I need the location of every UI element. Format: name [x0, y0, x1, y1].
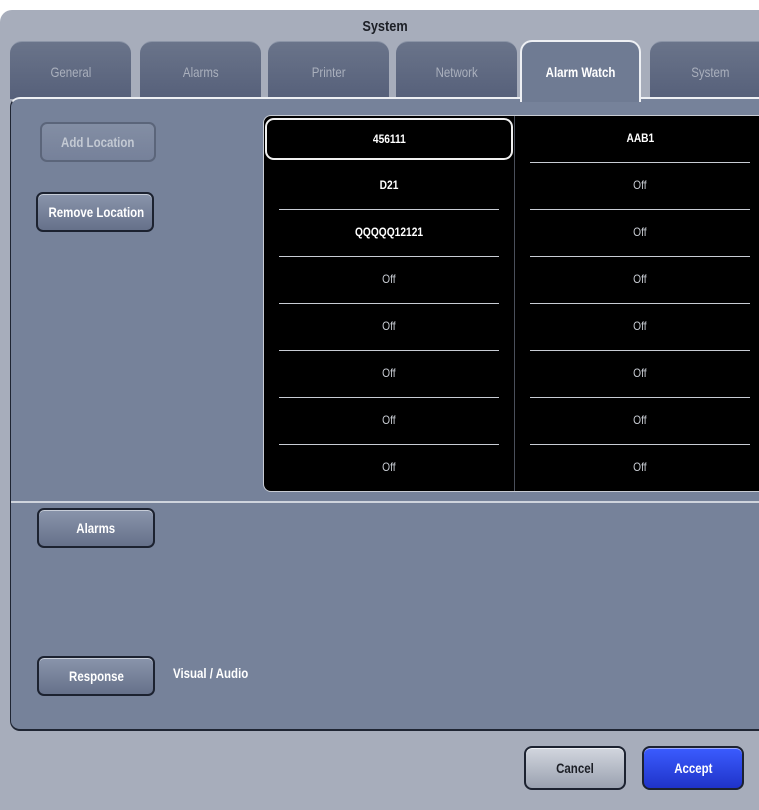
- location-cell-label: Off: [633, 225, 647, 239]
- location-cell-label: Off: [633, 178, 647, 192]
- response-button[interactable]: Response: [37, 656, 155, 696]
- section-divider: [11, 501, 759, 503]
- location-cell[interactable]: Off: [515, 257, 759, 304]
- location-cell[interactable]: 456111: [265, 118, 513, 160]
- location-cell[interactable]: Off: [515, 445, 759, 492]
- add-location-button[interactable]: Add Location: [40, 122, 156, 162]
- location-cell-label: AAB1: [626, 131, 654, 145]
- cancel-button[interactable]: Cancel: [524, 746, 626, 790]
- location-cell[interactable]: AAB1: [515, 116, 759, 163]
- accept-button[interactable]: Accept: [642, 746, 744, 790]
- location-cell-label: Off: [382, 413, 396, 427]
- location-cell-label: Off: [382, 272, 396, 286]
- remove-location-button[interactable]: Remove Location: [36, 192, 154, 232]
- response-value: Visual / Audio: [173, 665, 249, 681]
- tab-alarm-watch[interactable]: Alarm Watch: [520, 40, 641, 102]
- location-cell[interactable]: Off: [264, 398, 514, 445]
- location-cell-label: Off: [633, 460, 647, 474]
- tab-general[interactable]: General: [10, 41, 131, 99]
- location-cell-label: Off: [633, 413, 647, 427]
- location-cell[interactable]: Off: [515, 304, 759, 351]
- location-cell-label: Off: [382, 460, 396, 474]
- location-cell[interactable]: D21: [264, 163, 514, 210]
- location-cell[interactable]: Off: [264, 304, 514, 351]
- system-dialog: System General Alarms Printer Network Al…: [0, 10, 759, 810]
- location-cell-label: Off: [382, 319, 396, 333]
- location-grid: 456111 D21 QQQQQ12121 Off Off Off Off Off AAB1 O…: [263, 115, 759, 492]
- location-cell[interactable]: Off: [515, 210, 759, 257]
- alarm-watch-panel: Add Location Remove Location 456111 D21 QQ…: [10, 97, 759, 731]
- location-cell[interactable]: Off: [515, 351, 759, 398]
- location-cell-label: Off: [633, 366, 647, 380]
- tab-printer[interactable]: Printer: [268, 41, 389, 99]
- tab-alarms[interactable]: Alarms: [140, 41, 261, 99]
- location-cell-label: QQQQQ12121: [354, 225, 424, 239]
- location-cell[interactable]: Off: [264, 351, 514, 398]
- alarms-button[interactable]: Alarms: [37, 508, 155, 548]
- location-cell[interactable]: Off: [264, 257, 514, 304]
- location-cell-label: 456111: [372, 132, 406, 146]
- location-cell[interactable]: Off: [515, 398, 759, 445]
- tab-system[interactable]: System: [650, 41, 759, 99]
- dialog-title: System: [362, 18, 408, 35]
- location-cell-label: D21: [379, 178, 399, 192]
- location-cell-label: Off: [633, 319, 647, 333]
- location-cell[interactable]: Off: [264, 445, 514, 492]
- tab-network[interactable]: Network: [396, 41, 517, 99]
- location-cell-label: Off: [633, 272, 647, 286]
- location-cell[interactable]: QQQQQ12121: [264, 210, 514, 257]
- location-cell-label: Off: [382, 366, 396, 380]
- location-cell[interactable]: Off: [515, 163, 759, 210]
